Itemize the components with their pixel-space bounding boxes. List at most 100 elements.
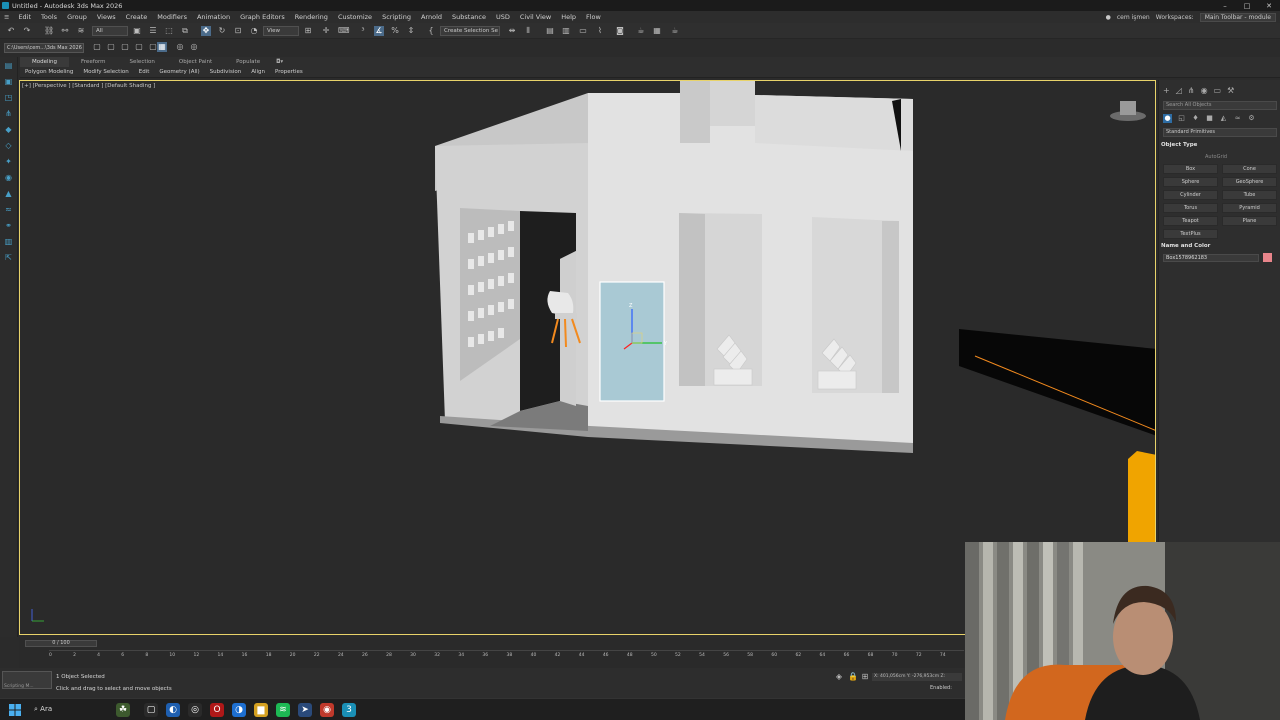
- ribbon-tab-selection[interactable]: Selection: [118, 57, 167, 67]
- layer-explorer-icon[interactable]: ▥: [561, 26, 571, 36]
- select-place-icon[interactable]: ◔: [249, 26, 259, 36]
- maximize-icon[interactable]: □: [1236, 0, 1258, 11]
- bones-side-icon[interactable]: ⚭: [3, 221, 14, 231]
- menu-help[interactable]: Help: [556, 13, 581, 21]
- minimize-icon[interactable]: –: [1214, 0, 1236, 11]
- create-tab-icon[interactable]: +: [1163, 86, 1170, 95]
- ribbon-edit[interactable]: Edit: [134, 68, 155, 77]
- opera-icon[interactable]: O: [210, 703, 224, 717]
- menu-group[interactable]: Group: [62, 13, 92, 21]
- select-scale-icon[interactable]: ⊡: [233, 26, 243, 36]
- new-scene-icon[interactable]: ▢: [134, 42, 144, 52]
- widgets-icon[interactable]: ☘: [116, 703, 130, 717]
- snaps-toggle-icon[interactable]: ³: [358, 26, 368, 36]
- ribbon-properties[interactable]: Properties: [270, 68, 308, 77]
- user-name[interactable]: cem işmen: [1117, 14, 1150, 21]
- torus-button[interactable]: Torus: [1163, 203, 1218, 213]
- window-crossing-icon[interactable]: ⧉: [180, 26, 190, 36]
- plane-button[interactable]: Plane: [1222, 216, 1277, 226]
- scene-explorer-side-icon[interactable]: ▤: [3, 61, 14, 71]
- spinner-snap-icon[interactable]: ⇕: [406, 26, 416, 36]
- rendered-frame-icon[interactable]: ▦: [652, 26, 662, 36]
- select-side-icon[interactable]: ▣: [3, 77, 14, 87]
- select-by-name-icon[interactable]: ☰: [148, 26, 158, 36]
- menu-modifiers[interactable]: Modifiers: [152, 13, 192, 21]
- containers-side-icon[interactable]: ▥: [3, 237, 14, 247]
- bind-space-warp-icon[interactable]: ≋: [76, 26, 86, 36]
- autogrid-checkbox[interactable]: AutoGrid: [1205, 154, 1227, 160]
- hierarchy-tab-icon[interactable]: ⋔: [1188, 86, 1195, 95]
- select-rotate-icon[interactable]: ↻: [217, 26, 227, 36]
- geosphere-button[interactable]: GeoSphere: [1222, 177, 1277, 187]
- ribbon-options-icon[interactable]: ◘▾: [272, 57, 287, 67]
- close-icon[interactable]: ✕: [1258, 0, 1280, 11]
- timeline-ruler[interactable]: 0 2 4 6 8 10 12 14 16 18 20 22 24 26 28 30 32 34 36 38 40 42 4…: [49, 650, 964, 664]
- menu-rendering[interactable]: Rendering: [290, 13, 333, 21]
- lights-category-icon[interactable]: ♦: [1191, 114, 1200, 123]
- ribbon-align[interactable]: Align: [246, 68, 270, 77]
- align-icon[interactable]: ⫴: [523, 26, 533, 36]
- select-move-icon[interactable]: ✥: [201, 26, 211, 36]
- material-editor-icon[interactable]: ◙: [615, 26, 625, 36]
- unlink-icon[interactable]: ⚯: [60, 26, 70, 36]
- helpers-side-icon[interactable]: ▲: [3, 189, 14, 199]
- menu-edit[interactable]: Edit: [13, 13, 36, 21]
- ribbon-tab-populate[interactable]: Populate: [224, 57, 272, 67]
- menu-graph-editors[interactable]: Graph Editors: [235, 13, 290, 21]
- edge-icon[interactable]: ◐: [166, 703, 180, 717]
- browser-icon[interactable]: ◑: [232, 703, 246, 717]
- render-setup-icon[interactable]: ☕: [636, 26, 646, 36]
- workspace-dropdown[interactable]: Main Toolbar - module: [1199, 12, 1276, 22]
- menu-flow[interactable]: Flow: [581, 13, 606, 21]
- taskbar-search[interactable]: ⌕ Ara: [34, 705, 52, 714]
- percent-snap-icon[interactable]: %: [390, 26, 400, 36]
- ribbon-geometry-all[interactable]: Geometry (All): [154, 68, 204, 77]
- 3dsmax-taskbar-icon[interactable]: 3: [342, 703, 356, 717]
- tube-button[interactable]: Tube: [1222, 190, 1277, 200]
- named-selection-dropdown[interactable]: Create Selection Se: [440, 26, 500, 36]
- render-production-icon[interactable]: ☕: [670, 26, 680, 36]
- systems-category-icon[interactable]: ⚙: [1247, 114, 1256, 123]
- lock-selection-icon[interactable]: 🔒: [848, 672, 858, 682]
- spacewarps-side-icon[interactable]: ≈: [3, 205, 14, 215]
- menu-file-icon[interactable]: ≡: [0, 13, 13, 21]
- workspace-grid-icon[interactable]: ▦: [157, 42, 167, 52]
- community-icon[interactable]: ◎: [189, 42, 199, 52]
- xrefs-side-icon[interactable]: ⇱: [3, 253, 14, 263]
- telegram-icon[interactable]: ➤: [298, 703, 312, 717]
- ribbon-tab-modeling[interactable]: Modeling: [20, 57, 70, 67]
- project-path-field[interactable]: C:\Users\cem...\3ds Max 2026: [4, 43, 84, 53]
- spacewarps-category-icon[interactable]: ≈: [1233, 114, 1242, 123]
- object-color-swatch[interactable]: [1263, 253, 1272, 262]
- textplus-button[interactable]: TextPlus: [1163, 229, 1218, 239]
- cylinder-button[interactable]: Cylinder: [1163, 190, 1218, 200]
- open-folder-icon[interactable]: ▢: [106, 42, 116, 52]
- spotify-icon[interactable]: ≋: [276, 703, 290, 717]
- project-folder-icon[interactable]: ▢: [92, 42, 102, 52]
- recorder-icon[interactable]: ◉: [320, 703, 334, 717]
- ribbon-tab-freeform[interactable]: Freeform: [69, 57, 118, 67]
- edit-named-selection-icon[interactable]: {: [426, 26, 436, 36]
- reference-coord-dropdown[interactable]: View: [263, 26, 299, 36]
- teapot-button[interactable]: Teapot: [1163, 216, 1218, 226]
- primitive-type-dropdown[interactable]: Standard Primitives: [1163, 128, 1277, 137]
- menu-customize[interactable]: Customize: [333, 13, 377, 21]
- task-view-icon[interactable]: ▢: [144, 703, 158, 717]
- curve-editor-icon[interactable]: ⌇: [595, 26, 605, 36]
- display-tab-icon[interactable]: ▭: [1214, 86, 1222, 95]
- save-icon[interactable]: ▢: [120, 42, 130, 52]
- selection-filter-dropdown[interactable]: All: [92, 26, 128, 36]
- hierarchy-side-icon[interactable]: ⋔: [3, 109, 14, 119]
- rect-selection-icon[interactable]: ⬚: [164, 26, 174, 36]
- help-icon[interactable]: ◎: [175, 42, 185, 52]
- name-color-header[interactable]: Name and Color: [1161, 243, 1279, 249]
- object-name-field[interactable]: Box1578962183: [1163, 254, 1259, 262]
- display-side-icon[interactable]: ◳: [3, 93, 14, 103]
- helpers-category-icon[interactable]: ◭: [1219, 114, 1228, 123]
- windows-start-icon[interactable]: [9, 704, 21, 716]
- select-manipulate-icon[interactable]: ✛: [321, 26, 331, 36]
- select-object-icon[interactable]: ▣: [132, 26, 142, 36]
- menu-create[interactable]: Create: [121, 13, 153, 21]
- motion-tab-icon[interactable]: ◉: [1201, 86, 1208, 95]
- menu-substance[interactable]: Substance: [447, 13, 491, 21]
